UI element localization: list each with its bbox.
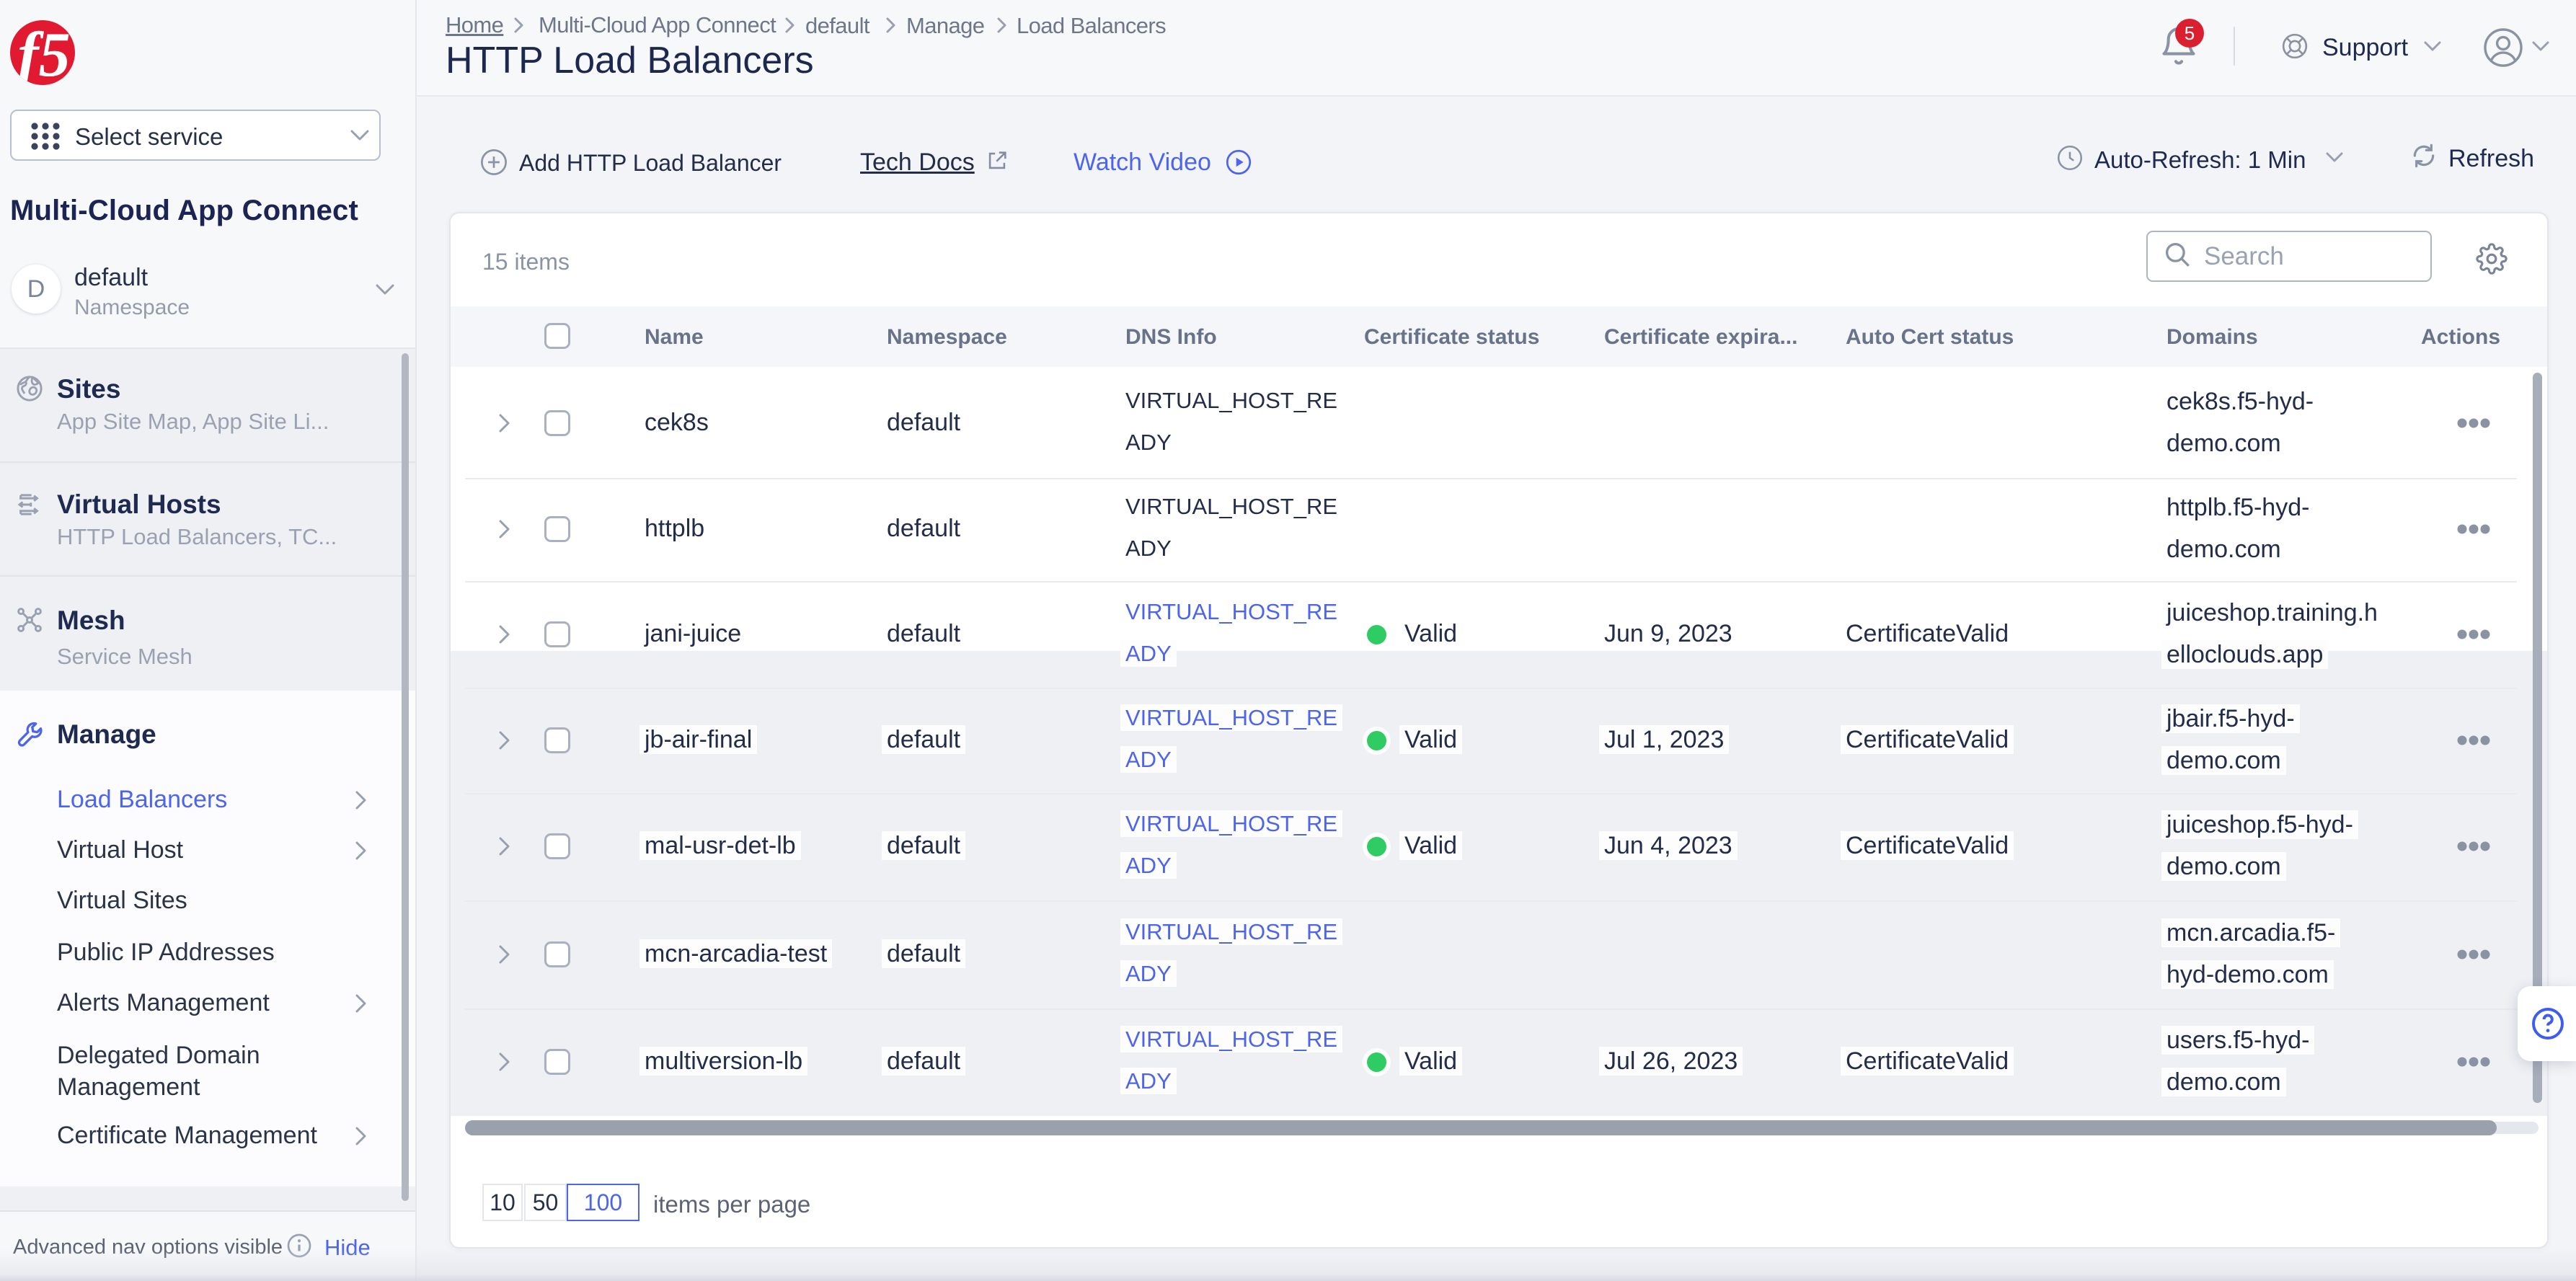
svg-text:f5: f5 (17, 20, 70, 85)
